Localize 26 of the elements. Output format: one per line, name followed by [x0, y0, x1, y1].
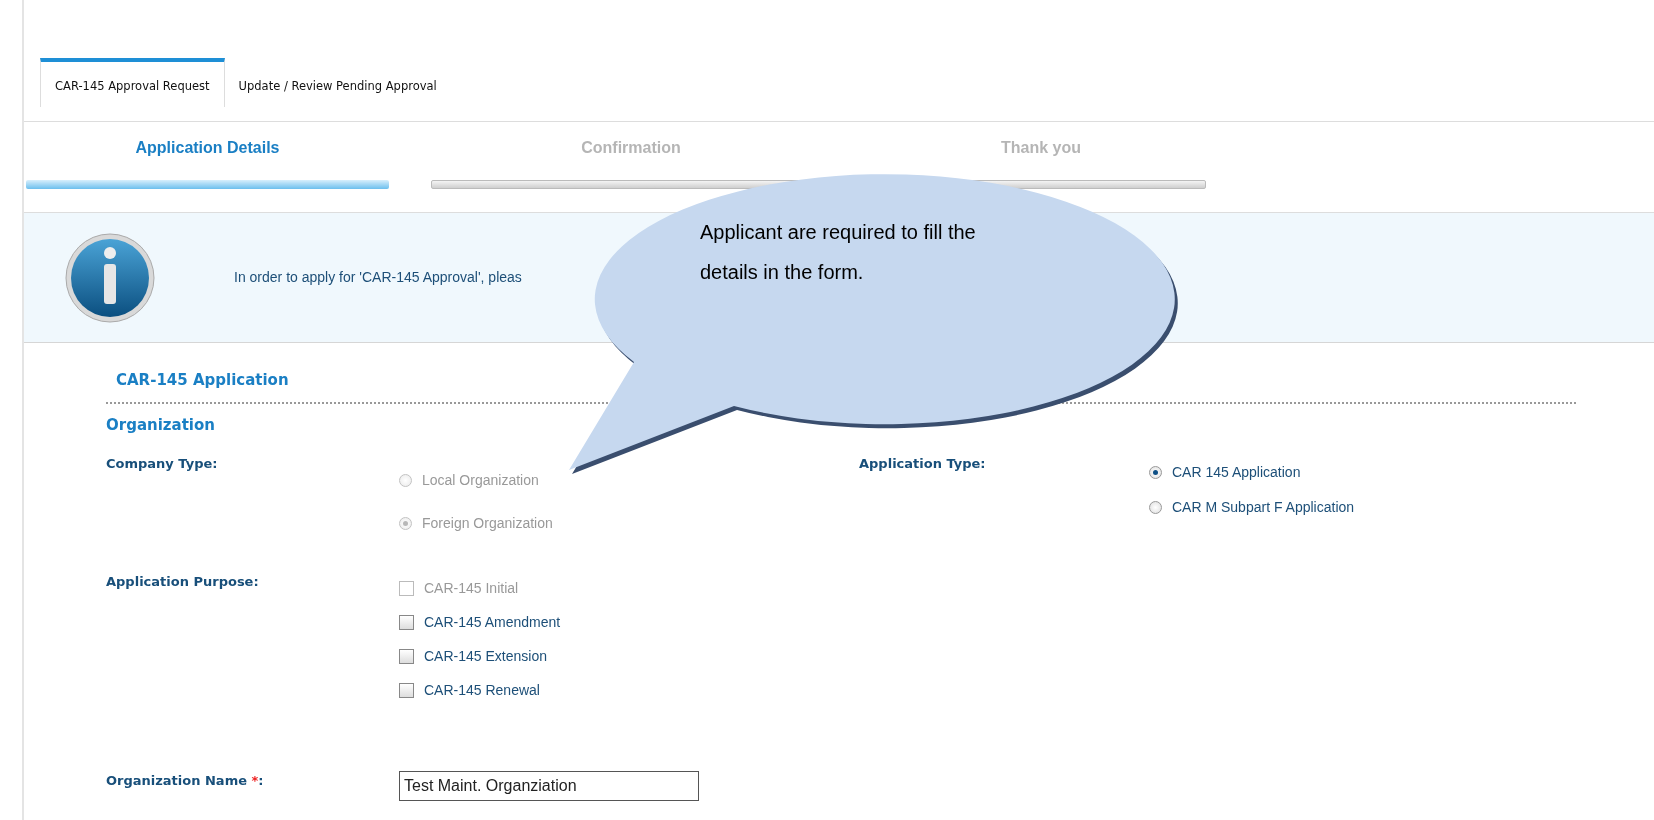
section-title: CAR-145 Application [115, 370, 290, 392]
field-label: Application Type: [859, 455, 986, 474]
info-icon [64, 231, 156, 324]
checkbox-option[interactable]: CAR-145 Renewal [399, 680, 859, 702]
tab[interactable]: CAR-145 Approval Request [40, 58, 225, 108]
step-label: Confirmation [581, 138, 681, 159]
checkbox[interactable] [399, 615, 414, 631]
checkbox-option[interactable]: CAR-145 Amendment [399, 612, 859, 634]
info-message: In order to apply for 'CAR-145 Approval', pleas [234, 268, 522, 288]
callout-text: Applicant are required to fill the details in the form. [700, 220, 977, 285]
required-mark: * [251, 773, 259, 789]
field-label: : [258, 773, 264, 789]
field-label: Company Type: [106, 455, 218, 474]
radio-button[interactable] [1149, 501, 1162, 515]
checkbox[interactable] [399, 649, 414, 665]
step-label: Thank you [1001, 138, 1081, 159]
subsection-title: Organization [106, 414, 216, 436]
field-label: Organization Name [106, 773, 248, 789]
radio-option[interactable]: CAR M Subpart F Application [1149, 497, 1449, 519]
radio-option[interactable]: CAR 145 Application [1149, 462, 1449, 484]
step-label: Application Details [135, 138, 280, 159]
field-label: Application Purpose: [106, 573, 259, 592]
radio-button[interactable] [1149, 466, 1162, 480]
checkbox-option[interactable]: CAR-145 Extension [399, 646, 859, 668]
checkbox[interactable] [399, 683, 414, 699]
text-field[interactable]: Test Maint. Organziation [399, 771, 699, 802]
